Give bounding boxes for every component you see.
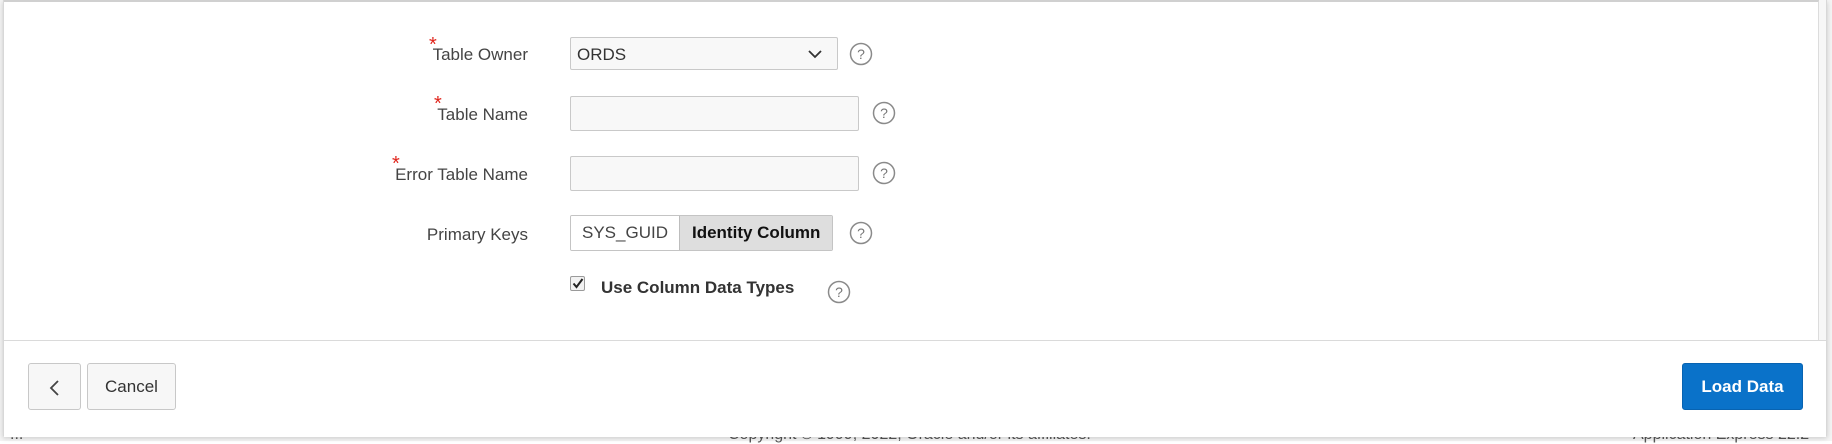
primary-keys-toggle: SYS_GUID Identity Column — [570, 215, 834, 251]
dialog-footer: Cancel Load Data — [4, 340, 1826, 437]
help-icon[interactable]: ? — [849, 42, 873, 66]
svg-text:?: ? — [835, 284, 843, 300]
primary-key-option-sys-guid[interactable]: SYS_GUID — [571, 216, 679, 250]
svg-text:?: ? — [857, 225, 865, 241]
use-column-data-types-checkbox[interactable] — [570, 276, 585, 291]
table-owner-select[interactable]: ORDS — [570, 37, 838, 70]
back-button[interactable] — [28, 363, 81, 410]
cancel-button[interactable]: Cancel — [87, 363, 176, 410]
table-owner-value: ORDS — [577, 45, 627, 64]
load-data-dialog: * Table Owner ORDS ? * Table Name ? * Er… — [3, 0, 1827, 437]
svg-text:?: ? — [880, 165, 888, 181]
svg-text:?: ? — [857, 46, 865, 62]
primary-keys-label: Primary Keys — [426, 225, 528, 244]
table-owner-label: Table Owner — [432, 45, 528, 64]
primary-key-option-identity-column[interactable]: Identity Column — [678, 216, 833, 250]
error-table-name-input[interactable] — [570, 156, 859, 191]
load-data-button[interactable]: Load Data — [1682, 363, 1803, 410]
error-table-name-label: Error Table Name — [395, 165, 528, 184]
table-name-input[interactable] — [570, 96, 859, 131]
scrollbar[interactable] — [1819, 0, 1826, 340]
help-icon[interactable]: ? — [827, 280, 851, 304]
table-name-label: Table Name — [437, 105, 528, 124]
chevron-left-icon — [49, 379, 59, 396]
use-column-data-types-label[interactable]: Use Column Data Types — [601, 278, 794, 298]
help-icon[interactable]: ? — [872, 161, 896, 185]
dialog-body: * Table Owner ORDS ? * Table Name ? * Er… — [4, 0, 1819, 340]
help-icon[interactable]: ? — [849, 221, 873, 245]
help-icon[interactable]: ? — [872, 101, 896, 125]
svg-text:?: ? — [880, 105, 888, 121]
chevron-down-icon — [807, 47, 823, 65]
